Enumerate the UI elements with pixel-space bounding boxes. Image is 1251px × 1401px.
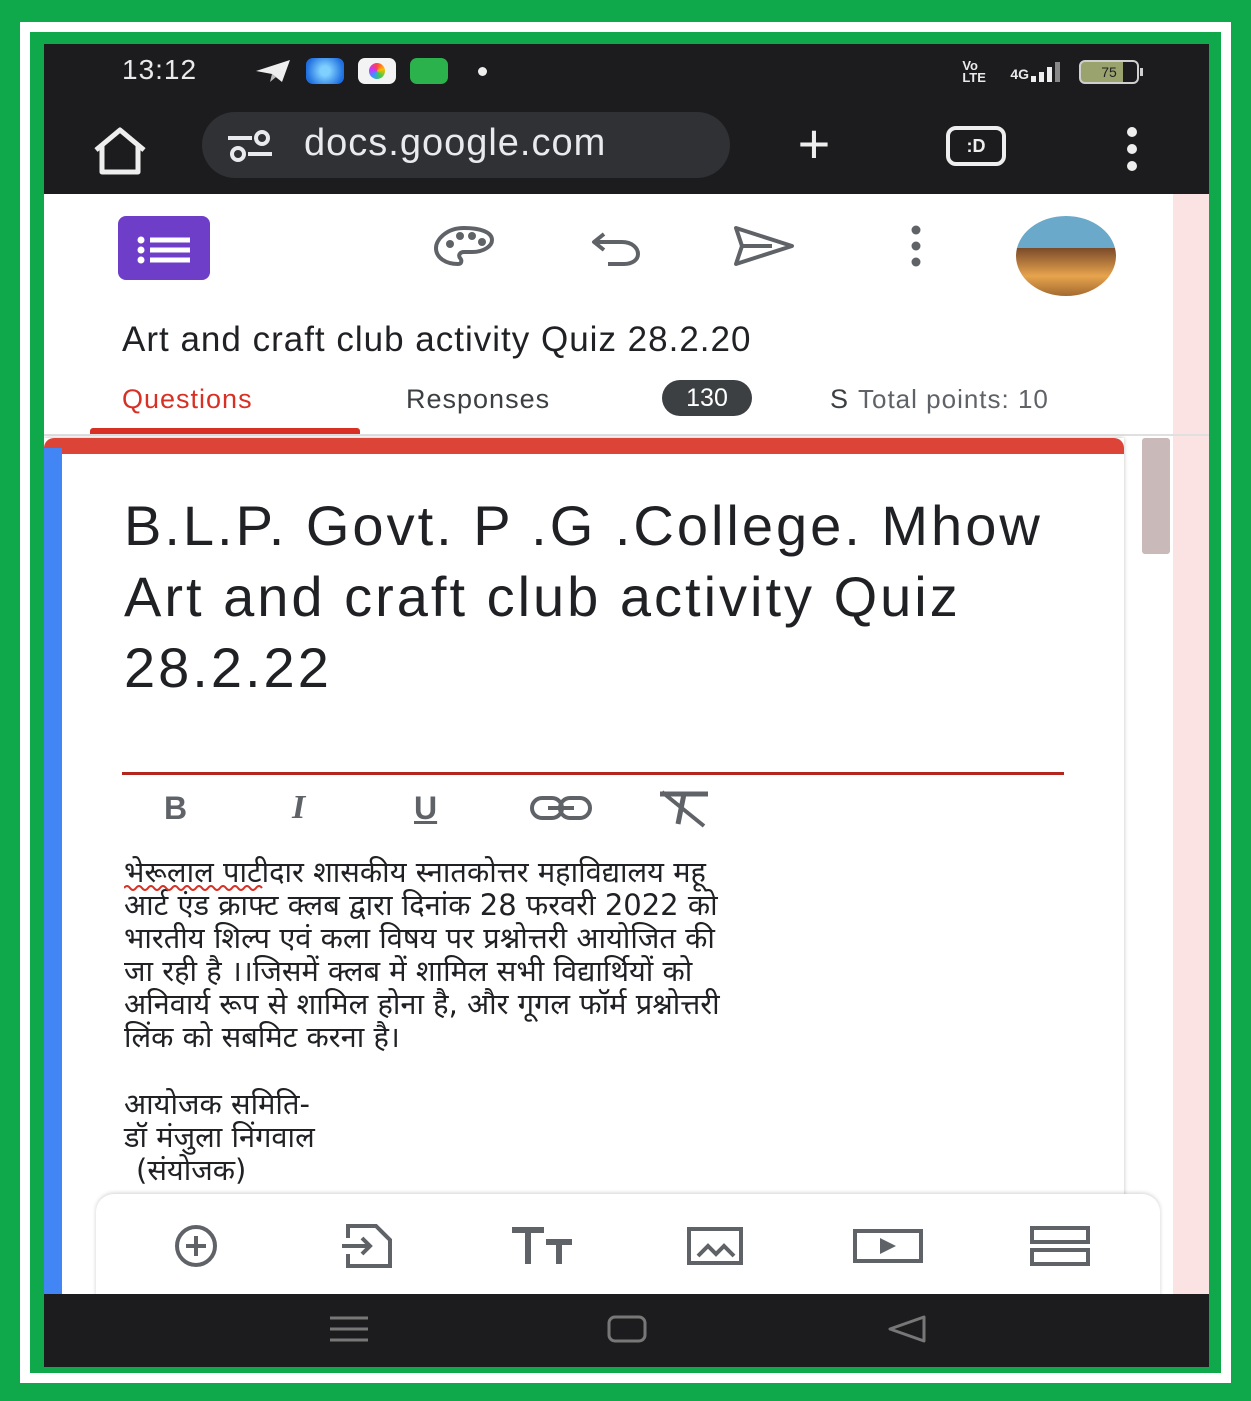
- new-tab-icon[interactable]: +: [786, 116, 842, 172]
- description-line: भारतीय शिल्प एवं कला विषय पर प्रश्नोत्तर…: [124, 921, 715, 955]
- network-type-indicator: 4G: [1010, 62, 1061, 82]
- notification-icons: [254, 58, 487, 84]
- send-icon[interactable]: [732, 224, 796, 268]
- tabs-divider: [44, 434, 1209, 436]
- tab-switcher-icon[interactable]: :D: [946, 126, 1006, 166]
- description-line: लिंक को सबमिट करना है।: [124, 1020, 400, 1054]
- description-line: अनिवार्य रूप से शामिल होना है, और गूगल फ…: [124, 987, 720, 1021]
- card-top-accent: [44, 438, 1124, 454]
- clear-format-icon[interactable]: [654, 788, 714, 828]
- add-image-icon[interactable]: [686, 1224, 744, 1268]
- phone-screen: 13:12 Vo LTE 4G 75 docs.google.com + :D: [44, 44, 1209, 1367]
- back-nav-icon[interactable]: [886, 1314, 928, 1344]
- site-settings-icon[interactable]: [226, 130, 274, 162]
- add-title-icon[interactable]: [510, 1224, 576, 1268]
- organizer-block: आयोजक समिति- डॉ मंजुला निंगवाल (संयोजक): [124, 1088, 315, 1187]
- home-nav-icon[interactable]: [606, 1314, 648, 1344]
- status-indicators: Vo LTE 4G 75: [962, 58, 1143, 85]
- forms-editor: Art and craft club activity Quiz 28.2.20…: [44, 194, 1209, 1294]
- organizer-name: डॉ मंजुला निंगवाल: [124, 1120, 315, 1154]
- responses-count-badge: 130: [662, 380, 752, 416]
- undo-icon[interactable]: [590, 224, 642, 268]
- total-points-label: Total points: 10: [856, 384, 1049, 415]
- tab-settings[interactable]: S: [830, 384, 849, 415]
- more-notifications-dot: [478, 66, 487, 76]
- network-type-label: 4G: [1010, 66, 1029, 82]
- form-description[interactable]: भेरूलाल पाटीदार शासकीय स्नातकोत्तर महावि…: [124, 856, 1084, 1054]
- telegram-icon: [256, 60, 290, 82]
- link-icon[interactable]: [528, 788, 594, 828]
- google-forms-logo[interactable]: [118, 216, 210, 280]
- tab-responses[interactable]: Responses: [406, 384, 550, 415]
- status-bar: 13:12 Vo LTE 4G 75: [44, 44, 1209, 96]
- address-bar[interactable]: docs.google.com: [202, 112, 730, 178]
- spellcheck-underline: [124, 885, 263, 891]
- form-title-card: B.L.P. Govt. P .G .College. Mhow Art and…: [44, 438, 1124, 1294]
- organizer-role: (संयोजक): [136, 1153, 247, 1187]
- add-question-icon[interactable]: [164, 1224, 228, 1268]
- add-items-toolbar: [96, 1194, 1160, 1294]
- title-input-underline: [122, 772, 1064, 775]
- palette-icon[interactable]: [432, 224, 496, 268]
- italic-button[interactable]: I: [292, 788, 305, 828]
- battery-icon: 75: [1079, 60, 1143, 84]
- card-selected-indicator: [44, 448, 62, 1294]
- page-edge-overlay: [1173, 194, 1209, 1294]
- import-questions-icon[interactable]: [342, 1224, 396, 1268]
- description-line: जा रही है ।।जिसमें क्लब में शामिल सभी वि…: [124, 954, 693, 988]
- description-line: भेरूलाल पाटीदार शासकीय स्नातकोत्तर महावि…: [124, 855, 706, 889]
- form-title-input[interactable]: B.L.P. Govt. P .G .College. Mhow Art and…: [124, 490, 1064, 703]
- account-avatar[interactable]: [1016, 216, 1116, 296]
- bold-button[interactable]: B: [164, 788, 187, 828]
- more-options-icon[interactable]: [906, 224, 926, 268]
- add-section-icon[interactable]: [1028, 1224, 1092, 1268]
- url-text: docs.google.com: [304, 122, 607, 164]
- recent-apps-icon[interactable]: [328, 1314, 370, 1344]
- signal-icon: [1031, 62, 1060, 82]
- home-icon[interactable]: [90, 126, 150, 176]
- add-video-icon[interactable]: [852, 1224, 924, 1268]
- volte-indicator: Vo LTE: [962, 58, 986, 85]
- browser-toolbar: docs.google.com + :D: [44, 104, 1209, 194]
- app-blue-icon: [306, 58, 344, 84]
- status-time: 13:12: [122, 54, 198, 85]
- form-name[interactable]: Art and craft club activity Quiz 28.2.20: [122, 320, 751, 360]
- system-navigation-bar: [44, 1294, 1209, 1367]
- app-white-icon: [358, 58, 396, 84]
- underline-button[interactable]: U: [414, 788, 437, 828]
- scrollbar-thumb[interactable]: [1142, 438, 1170, 554]
- browser-menu-icon[interactable]: [1122, 126, 1142, 172]
- tab-questions[interactable]: Questions: [122, 384, 253, 415]
- forms-list-icon: [137, 236, 190, 264]
- app-green-icon: [410, 58, 448, 84]
- organizer-committee: आयोजक समिति-: [124, 1087, 310, 1121]
- description-line: आर्ट एंड क्राफ्ट क्लब द्वारा दिनांक 28 फ…: [124, 888, 718, 922]
